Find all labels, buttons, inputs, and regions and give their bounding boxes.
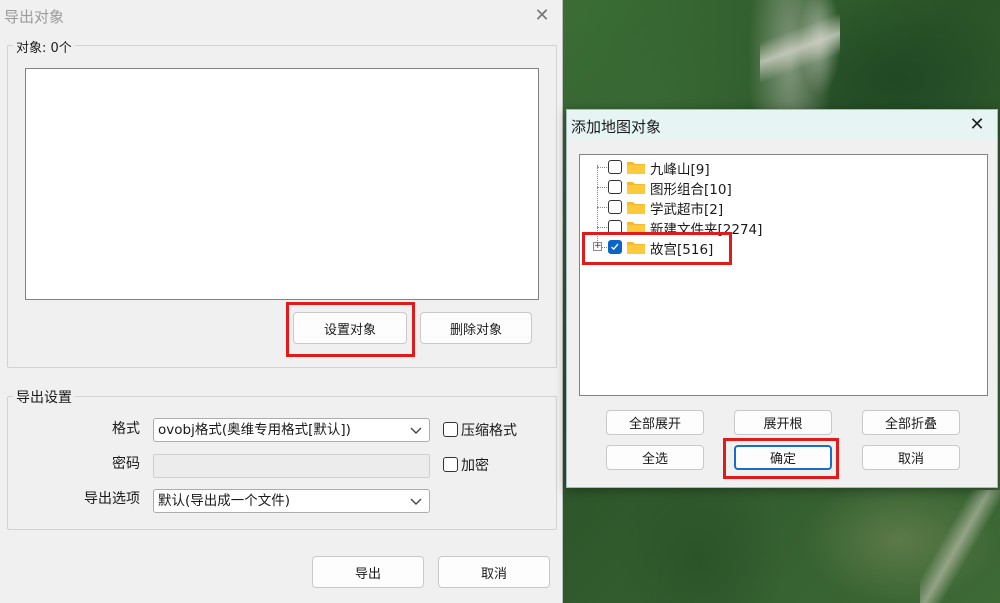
folder-icon <box>627 202 645 214</box>
objects-group-label: 对象: 0个 <box>13 37 75 56</box>
export-options-value: 默认(导出成一个文件) <box>158 493 291 509</box>
set-objects-button[interactable]: 设置对象 <box>293 312 407 344</box>
encrypt-label: 加密 <box>461 458 489 474</box>
export-options-select[interactable]: 默认(导出成一个文件) <box>153 489 430 513</box>
folder-icon <box>627 162 645 174</box>
folder-icon <box>627 182 645 194</box>
tree-item[interactable]: 新建文件夹[2274] <box>608 217 808 238</box>
folder-icon <box>627 242 645 254</box>
tree-item-label: 学武超市[2] <box>650 202 724 218</box>
title-bar: 导出对象 ✕ <box>0 0 563 32</box>
objects-list[interactable] <box>25 68 539 300</box>
dialog-title: 添加地图对象 <box>571 118 662 136</box>
tree-item[interactable]: 故宫[516] <box>608 237 808 258</box>
export-options-label: 导出选项 <box>84 491 140 507</box>
select-all-button[interactable]: 全选 <box>606 445 704 470</box>
format-label: 格式 <box>112 421 140 437</box>
tree-item-label: 九峰山[9] <box>650 162 710 178</box>
chevron-down-icon <box>410 427 422 434</box>
tree-item[interactable]: 学武超市[2] <box>608 197 808 218</box>
tree-item-label: 图形组合[10] <box>650 182 732 198</box>
expand-plus-icon[interactable]: + <box>593 242 602 251</box>
collapse-all-button[interactable]: 全部折叠 <box>862 410 960 435</box>
close-icon[interactable]: ✕ <box>532 6 552 26</box>
dialog-title: 导出对象 <box>4 8 65 26</box>
cancel-button[interactable]: 取消 <box>862 445 960 470</box>
compress-label: 压缩格式 <box>461 423 517 439</box>
delete-objects-button[interactable]: 删除对象 <box>420 312 532 344</box>
encrypt-checkbox[interactable] <box>443 457 458 472</box>
expand-all-button[interactable]: 全部展开 <box>606 410 704 435</box>
folder-icon <box>627 222 645 234</box>
tree-connector <box>597 165 598 247</box>
tree-item-checkbox[interactable] <box>608 240 622 254</box>
ok-button[interactable]: 确定 <box>734 445 832 470</box>
map-terrain-streak <box>760 0 840 110</box>
tree-item[interactable]: 图形组合[10] <box>608 177 808 198</box>
tree-item-label: 故宫[516] <box>650 242 714 258</box>
title-bar: 添加地图对象 ✕ <box>567 110 997 140</box>
add-map-objects-dialog: 添加地图对象 ✕ 九峰山[9] 图形组合[10] 学武超市[2] 新建文件夹[2… <box>566 109 998 488</box>
tree-item-checkbox[interactable] <box>608 200 622 214</box>
tree-item-checkbox[interactable] <box>608 220 622 234</box>
close-icon[interactable]: ✕ <box>967 115 987 135</box>
checkmark-icon <box>611 243 619 251</box>
format-select[interactable]: ovobj格式(奥维专用格式[默认]) <box>153 418 430 442</box>
compress-checkbox[interactable] <box>443 422 458 437</box>
export-objects-dialog: 导出对象 ✕ 对象: 0个 设置对象 删除对象 导出设置 格式 ovobj格式(… <box>0 0 563 603</box>
password-field <box>153 454 430 478</box>
password-label: 密码 <box>112 456 140 472</box>
tree-item[interactable]: 九峰山[9] <box>608 157 808 178</box>
tree-item-label: 新建文件夹[2274] <box>650 222 763 238</box>
map-terrain-streak <box>920 490 1000 603</box>
export-button[interactable]: 导出 <box>312 556 424 588</box>
cancel-button[interactable]: 取消 <box>438 556 550 588</box>
chevron-down-icon <box>410 498 422 505</box>
map-object-tree[interactable]: 九峰山[9] 图形组合[10] 学武超市[2] 新建文件夹[2274] + 故宫… <box>579 154 988 396</box>
tree-item-checkbox[interactable] <box>608 160 622 174</box>
expand-root-button[interactable]: 展开根 <box>734 410 832 435</box>
format-value: ovobj格式(奥维专用格式[默认]) <box>158 422 351 438</box>
tree-item-checkbox[interactable] <box>608 180 622 194</box>
export-settings-label: 导出设置 <box>13 387 75 407</box>
